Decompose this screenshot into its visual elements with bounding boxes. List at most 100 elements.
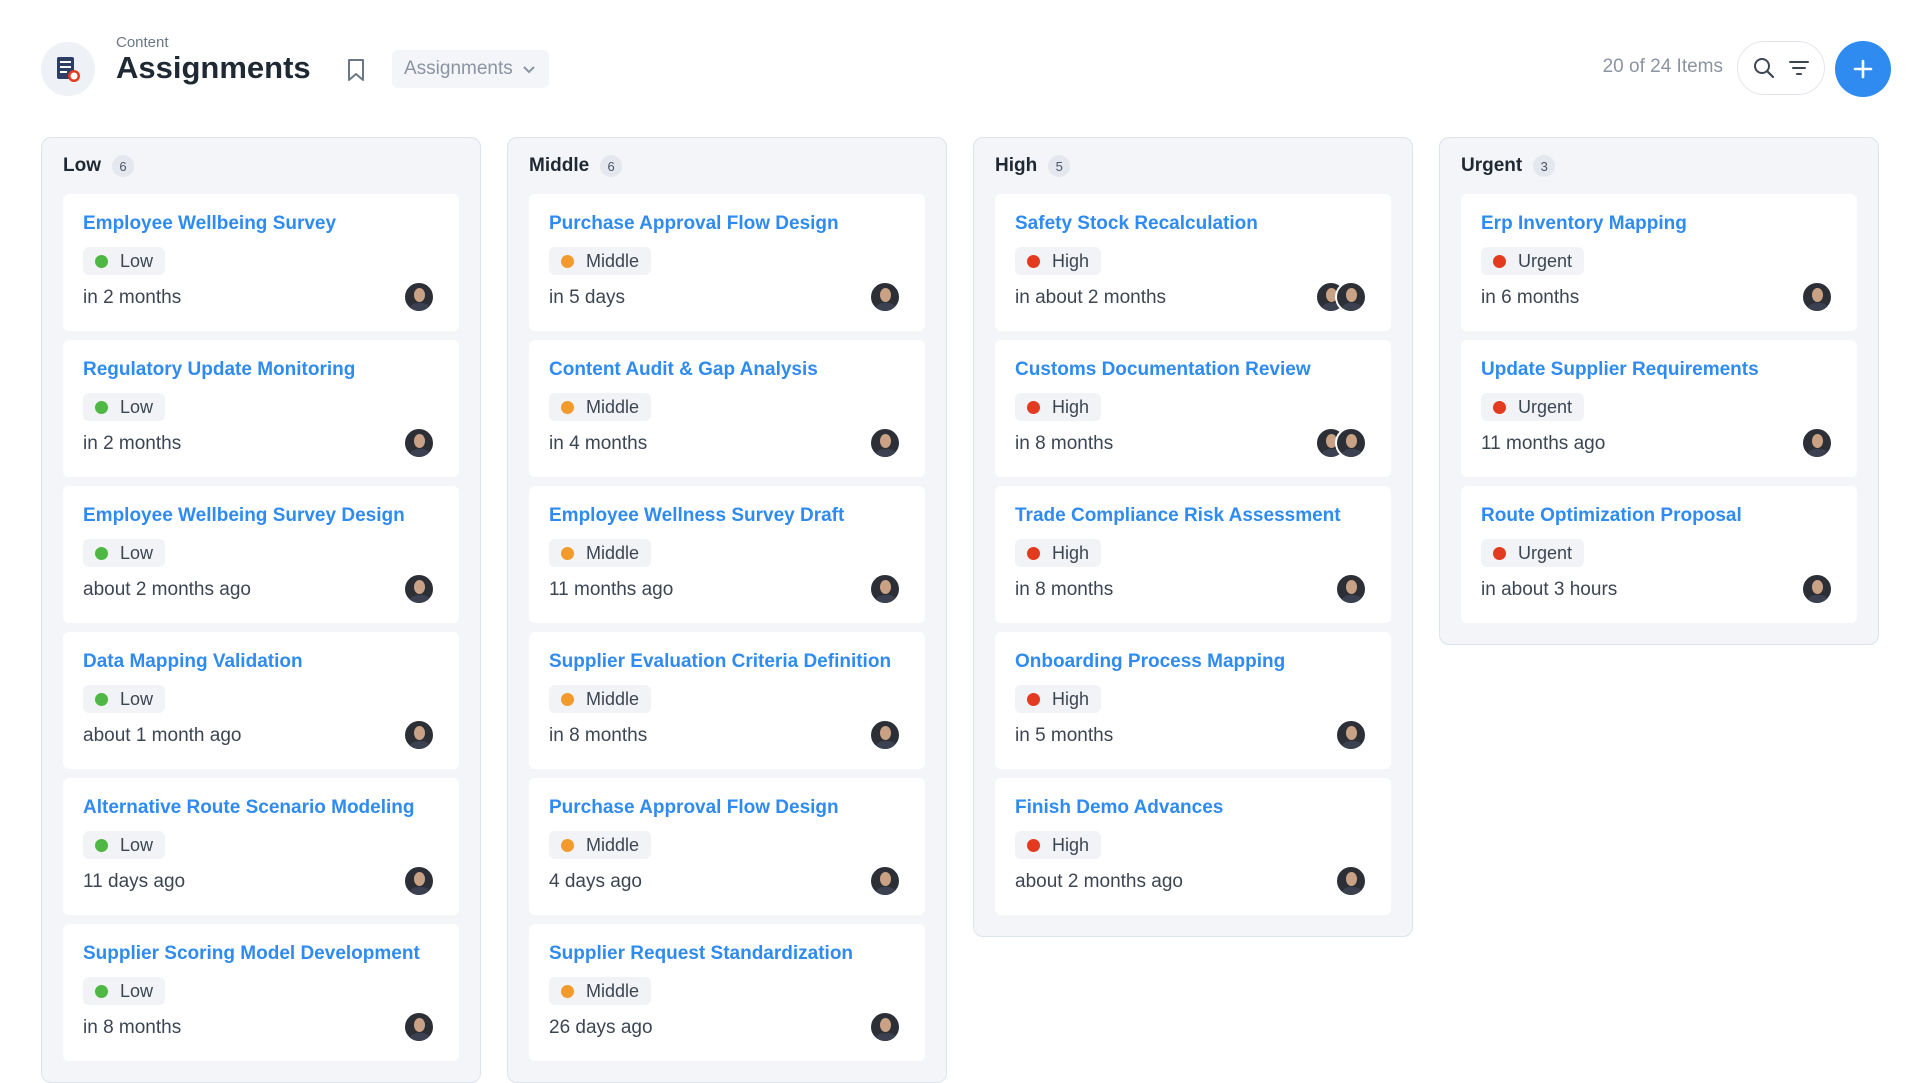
task-card[interactable]: Trade Compliance Risk Assessment High in 8… xyxy=(995,486,1391,623)
avatar[interactable] xyxy=(403,865,435,897)
assignee-avatars[interactable] xyxy=(1335,573,1367,605)
avatar[interactable] xyxy=(403,573,435,605)
task-title-link[interactable]: Employee Wellbeing Survey Design xyxy=(83,505,439,527)
task-card[interactable]: Employee Wellbeing Survey Low in 2 months xyxy=(63,194,459,331)
avatar-face xyxy=(1346,288,1357,302)
task-title-link[interactable]: Regulatory Update Monitoring xyxy=(83,359,439,381)
view-select[interactable]: Assignments xyxy=(392,50,549,88)
priority-badge: Low xyxy=(83,685,166,713)
task-card[interactable]: Data Mapping Validation Low about 1 month … xyxy=(63,632,459,769)
task-title-link[interactable]: Supplier Evaluation Criteria Definition xyxy=(549,651,905,673)
assignee-avatars[interactable] xyxy=(1801,427,1833,459)
assignee-avatars[interactable] xyxy=(1315,427,1367,459)
assignee-avatars[interactable] xyxy=(869,281,901,313)
task-title-link[interactable]: Purchase Approval Flow Design xyxy=(549,213,905,235)
task-title-link[interactable]: Employee Wellbeing Survey xyxy=(83,213,439,235)
task-card[interactable]: Supplier Scoring Model Development Low in … xyxy=(63,924,459,1061)
assignee-avatars[interactable] xyxy=(869,573,901,605)
priority-dot-icon xyxy=(561,692,574,706)
avatar[interactable] xyxy=(1335,865,1367,897)
task-card[interactable]: Safety Stock Recalculation High in about 2… xyxy=(995,194,1391,331)
due-date: in 8 months xyxy=(83,1017,182,1038)
assignee-avatars[interactable] xyxy=(403,719,435,751)
priority-dot-icon xyxy=(561,400,574,414)
task-title-link[interactable]: Supplier Scoring Model Development xyxy=(83,943,439,965)
priority-label: High xyxy=(1052,542,1090,563)
task-title-link[interactable]: Finish Demo Advances xyxy=(1015,797,1371,819)
task-card[interactable]: Alternative Route Scenario Modeling Low 11… xyxy=(63,778,459,915)
avatar[interactable] xyxy=(1801,573,1833,605)
task-title-link[interactable]: Purchase Approval Flow Design xyxy=(549,797,905,819)
column-count-badge: 3 xyxy=(1533,155,1556,177)
task-title-link[interactable]: Safety Stock Recalculation xyxy=(1015,213,1371,235)
breadcrumb[interactable]: Content xyxy=(116,34,169,51)
assignee-avatars[interactable] xyxy=(403,1011,435,1043)
assignee-avatars[interactable] xyxy=(1335,719,1367,751)
assignee-avatars[interactable] xyxy=(869,427,901,459)
task-title-link[interactable]: Onboarding Process Mapping xyxy=(1015,651,1371,673)
task-card[interactable]: Finish Demo Advances High about 2 months a… xyxy=(995,778,1391,915)
task-card[interactable]: Regulatory Update Monitoring Low in 2 mont… xyxy=(63,340,459,477)
task-card[interactable]: Employee Wellness Survey Draft Middle 11 m… xyxy=(529,486,925,623)
avatar[interactable] xyxy=(869,719,901,751)
avatar[interactable] xyxy=(403,281,435,313)
task-card[interactable]: Route Optimization Proposal Urgent in abou… xyxy=(1461,486,1857,623)
task-card[interactable]: Onboarding Process Mapping High in 5 month… xyxy=(995,632,1391,769)
assignee-avatars[interactable] xyxy=(403,281,435,313)
task-title-link[interactable]: Trade Compliance Risk Assessment xyxy=(1015,505,1371,527)
task-title-link[interactable]: Supplier Request Standardization xyxy=(549,943,905,965)
assignee-avatars[interactable] xyxy=(869,719,901,751)
assignee-avatars[interactable] xyxy=(869,1011,901,1043)
priority-badge: Urgent xyxy=(1481,539,1585,567)
avatar[interactable] xyxy=(1335,427,1367,459)
bookmark-icon[interactable] xyxy=(344,57,368,83)
task-card[interactable]: Update Supplier Requirements Urgent 11 mon… xyxy=(1461,340,1857,477)
task-card[interactable]: Purchase Approval Flow Design Middle 4 day… xyxy=(529,778,925,915)
column-low: Low 6 Employee Wellbeing Survey Low in 2 mon… xyxy=(41,137,481,1083)
assignee-avatars[interactable] xyxy=(403,865,435,897)
priority-badge: Urgent xyxy=(1481,393,1585,421)
task-card[interactable]: Purchase Approval Flow Design Middle in 5 … xyxy=(529,194,925,331)
filter-button[interactable] xyxy=(1784,53,1814,83)
task-title-link[interactable]: Erp Inventory Mapping xyxy=(1481,213,1837,235)
avatar[interactable] xyxy=(1801,281,1833,313)
assignee-avatars[interactable] xyxy=(1335,865,1367,897)
task-card[interactable]: Customs Documentation Review High in 8 mon… xyxy=(995,340,1391,477)
task-title-link[interactable]: Route Optimization Proposal xyxy=(1481,505,1837,527)
assignee-avatars[interactable] xyxy=(1801,281,1833,313)
task-title-link[interactable]: Customs Documentation Review xyxy=(1015,359,1371,381)
avatar[interactable] xyxy=(403,427,435,459)
avatar[interactable] xyxy=(1335,281,1367,313)
task-title-link[interactable]: Employee Wellness Survey Draft xyxy=(549,505,905,527)
add-button[interactable] xyxy=(1835,41,1891,97)
task-title-link[interactable]: Update Supplier Requirements xyxy=(1481,359,1837,381)
avatar[interactable] xyxy=(869,865,901,897)
priority-label: Low xyxy=(120,834,154,855)
task-title-link[interactable]: Data Mapping Validation xyxy=(83,651,439,673)
avatar[interactable] xyxy=(403,1011,435,1043)
avatar[interactable] xyxy=(869,281,901,313)
avatar[interactable] xyxy=(869,427,901,459)
avatar[interactable] xyxy=(1335,719,1367,751)
avatar-face xyxy=(1346,726,1357,740)
avatar[interactable] xyxy=(1801,427,1833,459)
task-title-link[interactable]: Content Audit & Gap Analysis xyxy=(549,359,905,381)
avatar[interactable] xyxy=(869,1011,901,1043)
avatar-face xyxy=(1812,288,1823,302)
assignee-avatars[interactable] xyxy=(403,573,435,605)
task-card[interactable]: Content Audit & Gap Analysis Middle in 4 m… xyxy=(529,340,925,477)
assignee-avatars[interactable] xyxy=(1801,573,1833,605)
assignee-avatars[interactable] xyxy=(403,427,435,459)
task-card[interactable]: Supplier Evaluation Criteria Definition M… xyxy=(529,632,925,769)
task-title-link[interactable]: Alternative Route Scenario Modeling xyxy=(83,797,439,819)
assignee-avatars[interactable] xyxy=(869,865,901,897)
assignee-avatars[interactable] xyxy=(1315,281,1367,313)
avatar[interactable] xyxy=(1335,573,1367,605)
search-button[interactable] xyxy=(1749,53,1779,83)
task-card[interactable]: Erp Inventory Mapping Urgent in 6 months xyxy=(1461,194,1857,331)
task-card[interactable]: Employee Wellbeing Survey Design Low about… xyxy=(63,486,459,623)
avatar[interactable] xyxy=(869,573,901,605)
task-card[interactable]: Supplier Request Standardization Middle 26… xyxy=(529,924,925,1061)
avatar[interactable] xyxy=(403,719,435,751)
due-date: 4 days ago xyxy=(549,871,642,892)
